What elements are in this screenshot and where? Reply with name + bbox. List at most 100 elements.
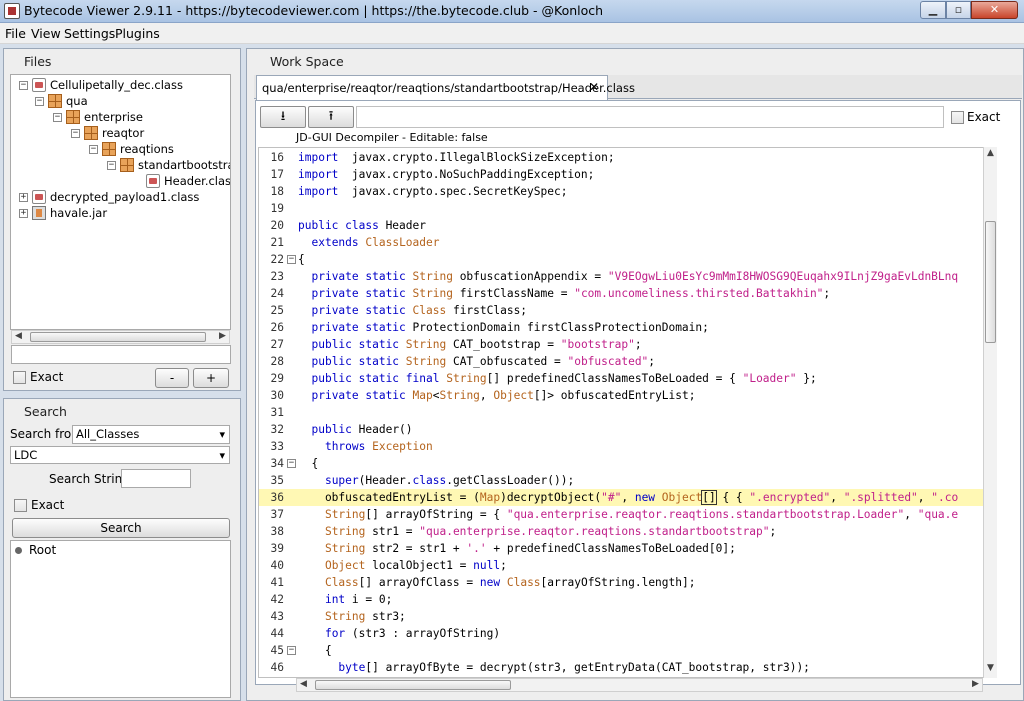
file-tree[interactable]: − Cellulipetally_dec.class − qua − enterprise… — [10, 74, 231, 330]
tree-item[interactable]: + decrypted_payload1.class — [11, 189, 230, 205]
tree-item[interactable]: − reaqtor — [11, 125, 230, 141]
tree-item[interactable]: + havale.jar — [11, 205, 230, 221]
search-from-select[interactable]: All_Classes — [72, 425, 230, 444]
fold-toggle-icon[interactable]: − — [287, 646, 296, 655]
maximize-button[interactable]: ▫ — [946, 1, 971, 19]
import-button[interactable]: ⭱ — [308, 106, 354, 128]
code-line[interactable]: 32 public Header() — [259, 421, 986, 438]
scroll-left-icon[interactable]: ◀ — [15, 331, 22, 341]
scroll-right-icon[interactable]: ▶ — [219, 331, 226, 341]
code-line[interactable]: 23 private static String obfuscationAppe… — [259, 268, 986, 285]
code-line[interactable]: 16 import javax.crypto.IllegalBlockSizeEx… — [259, 149, 986, 166]
code-line[interactable]: 21 extends ClassLoader — [259, 234, 986, 251]
code-line[interactable]: 27 public static String CAT_bootstrap = … — [259, 336, 986, 353]
close-window-button[interactable]: ✕ — [971, 1, 1018, 19]
code-line[interactable]: 17 import javax.crypto.NoSuchPaddingExcep… — [259, 166, 986, 183]
code-line[interactable]: 31 — [259, 404, 986, 421]
code-line[interactable]: 28 public static String CAT_obfuscated =… — [259, 353, 986, 370]
line-number: 38 — [270, 525, 284, 538]
menu-view[interactable]: View — [31, 26, 61, 41]
code-line[interactable]: 41 Class[] arrayOfClass = new Class[arra… — [259, 574, 986, 591]
code-line[interactable]: 29 public static final String[] predefin… — [259, 370, 986, 387]
fold-toggle-icon[interactable]: − — [287, 255, 296, 264]
code-line[interactable]: 18 import javax.crypto.spec.SecretKeySpec… — [259, 183, 986, 200]
code-line[interactable]: 38 String str1 = "qua.enterprise.reaqtor… — [259, 523, 986, 540]
fold-toggle-icon[interactable]: − — [287, 459, 296, 468]
scroll-down-icon[interactable]: ▼ — [987, 663, 994, 673]
tree-item[interactable]: − Cellulipetally_dec.class — [11, 77, 230, 93]
vscrollbar-thumb[interactable] — [985, 221, 996, 343]
collapse-node-icon[interactable]: − — [107, 161, 116, 170]
files-filter-input[interactable] — [11, 345, 231, 364]
menu-file[interactable]: File — [5, 26, 26, 41]
line-number: 36 — [270, 491, 284, 504]
menu-settings[interactable]: Settings — [64, 26, 115, 41]
expand-node-icon[interactable]: + — [19, 193, 28, 202]
collapse-button[interactable]: - — [155, 368, 189, 388]
code-line[interactable]: 22−{ — [259, 251, 986, 268]
export-button[interactable]: ⭳ — [260, 106, 306, 128]
code-line[interactable]: 45− { — [259, 642, 986, 659]
files-exact-checkbox[interactable] — [13, 371, 26, 384]
code-line[interactable]: 33 throws Exception — [259, 438, 986, 455]
code-scroll-left-icon[interactable]: ◀ — [300, 679, 307, 689]
results-root-label[interactable]: Root — [29, 543, 56, 557]
tree-item[interactable]: − enterprise — [11, 109, 230, 125]
search-button[interactable]: Search — [12, 518, 230, 538]
close-tab-icon[interactable]: ✕ — [589, 80, 599, 94]
code-line[interactable]: 40 Object localObject1 = null; — [259, 557, 986, 574]
tab-header-class[interactable]: qua/enterprise/reaqtor/reaqtions/standar… — [256, 75, 635, 100]
collapse-node-icon[interactable]: − — [71, 129, 80, 138]
expand-node-icon[interactable]: + — [19, 209, 28, 218]
code-token: CAT_obfuscated = — [446, 355, 568, 368]
code-line[interactable]: 37 String[] arrayOfString = { "qua.enter… — [259, 506, 986, 523]
file-tree-hscrollbar[interactable]: ◀ ▶ — [11, 330, 230, 344]
code-editor[interactable]: 16 import javax.crypto.IllegalBlockSizeEx… — [258, 147, 997, 678]
collapse-node-icon[interactable]: − — [53, 113, 62, 122]
tree-item[interactable]: Header.class — [11, 173, 230, 189]
search-results-tree[interactable]: Root — [10, 540, 231, 698]
code-token: "V9EOgwLiu0EsYc9mMmI8HWOSG9QEuqahx9ILnjZ… — [607, 270, 959, 283]
code-token: String — [412, 287, 453, 300]
code-line[interactable]: 35 super(Header.class.getClassLoader()); — [259, 472, 986, 489]
menu-plugins[interactable]: Plugins — [115, 26, 160, 41]
code-hscrollbar[interactable]: ◀ ▶ — [296, 678, 983, 692]
minimize-button[interactable]: ▁ — [920, 1, 946, 19]
code-line[interactable]: 25 private static Class firstClass; — [259, 302, 986, 319]
tree-item[interactable]: − qua — [11, 93, 230, 109]
collapse-node-icon[interactable]: − — [35, 97, 44, 106]
tree-item[interactable]: − standartbootstrap — [11, 157, 230, 173]
workspace-exact-checkbox[interactable] — [951, 111, 964, 124]
code-line[interactable]: 19 — [259, 200, 986, 217]
collapse-node-icon[interactable]: − — [19, 81, 28, 90]
code-scroll-right-icon[interactable]: ▶ — [972, 679, 979, 689]
search-string-input[interactable] — [121, 469, 191, 488]
code-line[interactable]: 46 byte[] arrayOfByte = decrypt(str3, ge… — [259, 659, 986, 676]
code-line[interactable]: 36 obfuscatedEntryList = (Map)decryptObj… — [259, 489, 986, 506]
code-line[interactable]: 43 String str3; — [259, 608, 986, 625]
workspace-title: Work Space — [270, 54, 344, 69]
tree-item[interactable]: − reaqtions — [11, 141, 230, 157]
code-token: Object — [324, 559, 366, 572]
code-hscrollbar-thumb[interactable] — [315, 680, 511, 690]
code-line[interactable]: 24 private static String firstClassName … — [259, 285, 986, 302]
code-line[interactable]: 34− { — [259, 455, 986, 472]
code-line[interactable]: 39 String str2 = str1 + '.' + predefined… — [259, 540, 986, 557]
code-vscrollbar[interactable]: ▲ ▼ — [983, 147, 997, 678]
scroll-up-icon[interactable]: ▲ — [987, 148, 994, 158]
code-line[interactable]: 42 int i = 0; — [259, 591, 986, 608]
code-line[interactable]: 26 private static ProtectionDomain first… — [259, 319, 986, 336]
scrollbar-thumb[interactable] — [30, 332, 206, 342]
search-exact-checkbox[interactable] — [14, 499, 27, 512]
expand-button[interactable]: + — [193, 368, 229, 388]
code-token: { — [298, 253, 305, 266]
code-token: , — [904, 508, 918, 521]
collapse-node-icon[interactable]: − — [89, 145, 98, 154]
code-line[interactable]: 30 private static Map<String, Object[]> … — [259, 387, 986, 404]
code-line[interactable]: 44 for (str3 : arrayOfString) — [259, 625, 986, 642]
search-mode-select[interactable]: LDC — [10, 446, 230, 464]
code-line[interactable]: 20 public class Header — [259, 217, 986, 234]
